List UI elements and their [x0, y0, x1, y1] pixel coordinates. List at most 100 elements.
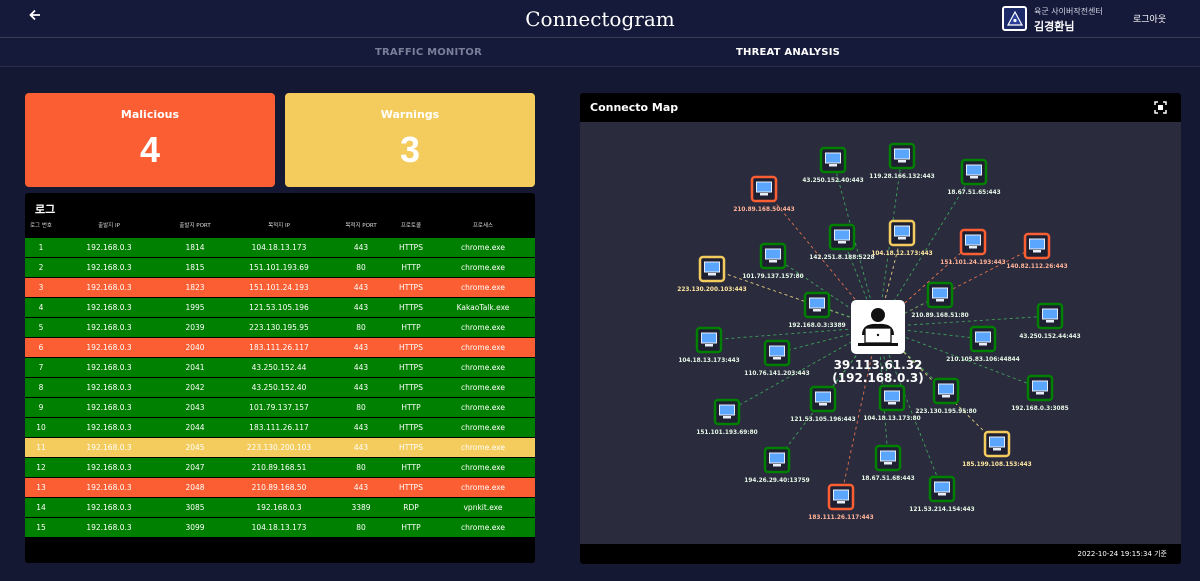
cell-process: chrome.exe: [461, 403, 505, 412]
cell-process: chrome.exe: [461, 263, 505, 272]
network-node[interactable]: 18.67.51.68:443: [861, 444, 915, 482]
node-label: 121.53.214.154:443: [909, 507, 974, 513]
cell-src-ip: 192.168.0.3: [86, 283, 132, 292]
network-node[interactable]: 43.250.152.44:443: [1019, 302, 1081, 340]
network-node[interactable]: 142.251.8.188:5228: [809, 223, 875, 261]
cell-dst-port: 443: [353, 443, 369, 452]
node-label: 101.79.137.157:80: [742, 274, 803, 280]
cell-dst-port: 80: [356, 323, 366, 332]
network-node[interactable]: 210.89.168.51:80: [911, 281, 969, 319]
network-node[interactable]: 119.28.166.132:443: [869, 142, 935, 180]
cell-dst-port: 80: [356, 523, 366, 532]
table-row[interactable]: 10 192.168.0.3 2044 183.111.26.117 443 HTTPS c…: [25, 418, 535, 437]
cell-log-no: 7: [38, 363, 44, 372]
warnings-label: Warnings: [380, 108, 440, 121]
network-node[interactable]: 151.101.24.193:443: [940, 228, 1006, 266]
cell-protocol: HTTP: [401, 463, 421, 472]
cell-dst-port: 443: [353, 423, 369, 432]
node-label: 140.82.112.26:443: [1006, 264, 1067, 270]
logout-button[interactable]: 로그아웃: [1133, 12, 1166, 25]
cell-src-ip: 192.168.0.3: [86, 503, 132, 512]
table-row[interactable]: 12 192.168.0.3 2047 210.89.168.51 80 HTTP chro…: [25, 458, 535, 477]
cell-protocol: HTTPS: [399, 483, 423, 492]
table-row[interactable]: 15 192.168.0.3 3099 104.18.13.173 80 HTTP chro…: [25, 518, 535, 537]
cell-dst-ip: 121.53.105.196: [249, 303, 309, 312]
cell-src-port: 1814: [185, 243, 205, 252]
cell-src-ip: 192.168.0.3: [86, 303, 132, 312]
cell-log-no: 1: [38, 243, 44, 252]
network-node[interactable]: 223.130.195.95:80: [915, 377, 977, 415]
cell-log-no: 8: [38, 383, 44, 392]
fullscreen-icon[interactable]: [1153, 100, 1168, 115]
connectogram-graph[interactable]: 43.250.152.40:443 119.28.166.132:443 18.67…: [580, 122, 1181, 544]
connecto-map-panel: Connecto Map 43.250.152.40:443 119.28.166…: [580, 93, 1181, 564]
node-label: 192.168.0.3:3389: [788, 323, 845, 329]
cell-dst-ip: 210.89.168.50: [251, 483, 307, 492]
warnings-card[interactable]: Warnings 3: [285, 93, 535, 187]
network-node[interactable]: 104.18.12.173:443: [871, 219, 933, 257]
network-node[interactable]: 210.105.83.106:44844: [946, 325, 1020, 363]
table-row[interactable]: 7 192.168.0.3 2041 43.250.152.44 443 HTTPS chr…: [25, 358, 535, 377]
cell-protocol: HTTP: [401, 523, 421, 532]
node-label: 119.28.166.132:443: [869, 174, 934, 180]
network-node[interactable]: 18.67.51.65:443: [947, 158, 1001, 196]
table-row[interactable]: 3 192.168.0.3 1823 151.101.24.193 443 HTTPS ch…: [25, 278, 535, 297]
cell-src-port: 2040: [185, 343, 205, 352]
node-label: 210.89.168.50:443: [733, 207, 794, 213]
cell-src-port: 2044: [185, 423, 205, 432]
cell-dst-port: 80: [356, 403, 366, 412]
node-label: 43.250.152.44:443: [1019, 334, 1080, 340]
org-name: 육군 사이버작전센터: [1034, 7, 1103, 16]
node-label: 104.18.13.173:80: [863, 416, 920, 422]
top-bar: Connectogram 육군 사이버작전센터 김경환님 로그아웃: [0, 0, 1200, 38]
network-node[interactable]: 223.130.200.103:443: [677, 255, 747, 293]
network-node[interactable]: 121.53.214.154:443: [909, 475, 975, 513]
network-node[interactable]: 192.168.0.3:3085: [1011, 374, 1069, 412]
cell-src-port: 2041: [185, 363, 205, 372]
network-node[interactable]: 194.26.29.40:13759: [744, 446, 810, 484]
network-node[interactable]: 151.101.193.69:80: [696, 398, 758, 436]
table-row[interactable]: 9 192.168.0.3 2043 101.79.137.157 80 HTTP chro…: [25, 398, 535, 417]
table-row[interactable]: 8 192.168.0.3 2042 43.250.152.40 443 HTTPS chr…: [25, 378, 535, 397]
cell-src-ip: 192.168.0.3: [86, 323, 132, 332]
log-table-header: 로그 번호 출발지 IP 출발지 PORT 목적지 IP 목적지 PORT 프로…: [25, 221, 535, 237]
network-node[interactable]: 140.82.112.26:443: [1006, 232, 1068, 270]
tab-threat-analysis[interactable]: THREAT ANALYSIS: [736, 47, 840, 58]
table-row[interactable]: 5 192.168.0.3 2039 223.130.195.95 80 HTTP chro…: [25, 318, 535, 337]
cell-protocol: HTTPS: [399, 283, 423, 292]
network-node[interactable]: 110.76.141.203:443: [744, 339, 810, 377]
node-label: 18.67.51.65:443: [947, 190, 1000, 196]
network-node[interactable]: 43.250.152.40:443: [802, 146, 864, 184]
col-dst-port: 목적지 PORT: [345, 223, 377, 229]
cell-process: chrome.exe: [461, 243, 505, 252]
cell-log-no: 10: [36, 423, 46, 432]
network-node[interactable]: 183.111.26.117:443: [808, 483, 874, 521]
col-src-port: 출발지 PORT: [179, 223, 211, 229]
cell-src-port: 3099: [185, 523, 205, 532]
tab-bar: TRAFFIC MONITOR THREAT ANALYSIS: [0, 39, 1200, 67]
network-node[interactable]: 210.89.168.50:443: [733, 175, 795, 213]
table-row[interactable]: 14 192.168.0.3 3085 192.168.0.3 3389 RDP vpnki…: [25, 498, 535, 517]
table-row[interactable]: 1 192.168.0.3 1814 104.18.13.173 443 HTTPS chr…: [25, 238, 535, 257]
table-row[interactable]: 11 192.168.0.3 2045 223.130.200.103 443 HTTPS…: [25, 438, 535, 457]
table-row[interactable]: 4 192.168.0.3 1995 121.53.105.196 443 HTTPS Ka…: [25, 298, 535, 317]
network-node[interactable]: 101.79.137.157:80: [742, 242, 804, 280]
cell-src-ip: 192.168.0.3: [86, 263, 132, 272]
center-host-node[interactable]: 39.113.61.32(192.168.0.3): [832, 300, 924, 385]
cell-protocol: HTTPS: [399, 303, 423, 312]
malicious-card[interactable]: Malicious 4: [25, 93, 275, 187]
table-row[interactable]: 13 192.168.0.3 2048 210.89.168.50 443 HTTPS ch…: [25, 478, 535, 497]
col-process: 프로세스: [472, 223, 494, 229]
network-node[interactable]: 104.18.13.173:443: [678, 326, 740, 364]
network-node[interactable]: 185.199.108.153:443: [962, 430, 1032, 468]
table-row[interactable]: 2 192.168.0.3 1815 151.101.193.69 80 HTTP chro…: [25, 258, 535, 277]
network-node[interactable]: 104.18.13.173:80: [863, 384, 921, 422]
node-label: 223.130.195.95:80: [915, 409, 976, 415]
cell-src-ip: 192.168.0.3: [86, 363, 132, 372]
cell-protocol: HTTPS: [399, 243, 423, 252]
network-node[interactable]: 121.53.105.196:443: [790, 385, 856, 423]
table-row[interactable]: 6 192.168.0.3 2040 183.111.26.117 443 HTTPS ch…: [25, 338, 535, 357]
node-label: 210.105.83.106:44844: [946, 357, 1019, 363]
map-header: Connecto Map: [580, 93, 1181, 122]
tab-traffic-monitor[interactable]: TRAFFIC MONITOR: [375, 47, 482, 58]
